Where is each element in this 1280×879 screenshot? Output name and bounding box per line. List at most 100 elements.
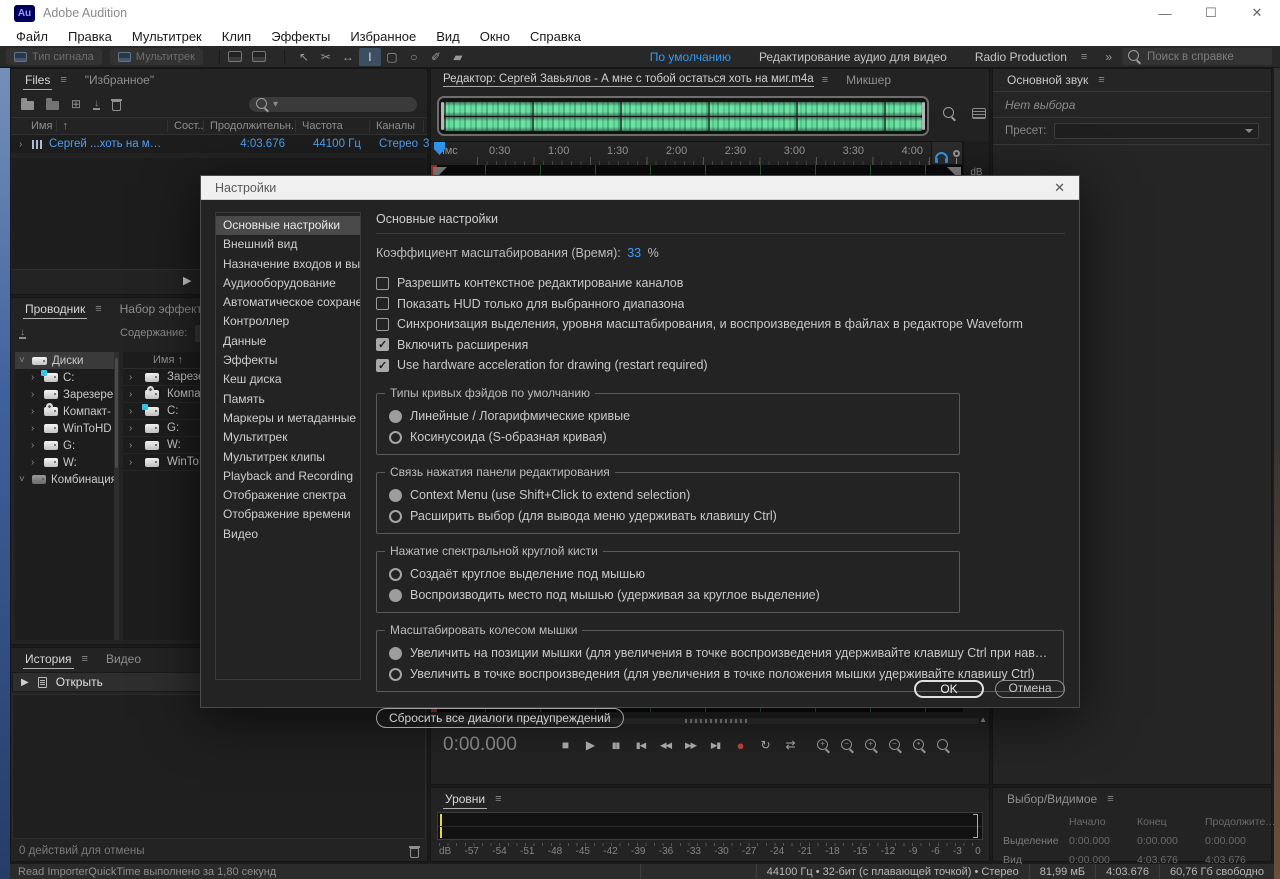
radio-row[interactable]: Линейные / Логарифмические кривые [389,406,947,427]
zoom-navigator-icon[interactable] [943,107,956,120]
list-header[interactable]: Имя [153,354,174,366]
waveform-display-toggle[interactable] [228,51,242,62]
fast-forward-button[interactable]: ▶▶ [678,740,703,751]
marquee-selection-tool[interactable]: ▢ [381,48,403,66]
checkbox-row[interactable]: Use hardware acceleration for drawing (r… [376,355,1065,376]
panel-menu-icon[interactable]: ≡ [822,74,828,86]
help-search-input[interactable]: Поиск в справке [1122,48,1272,65]
workspace-overflow-button[interactable]: » [1095,50,1122,64]
radio-button[interactable] [389,489,402,502]
tree-scrollbar[interactable] [114,352,119,640]
chevron-icon[interactable]: › [31,423,39,434]
lasso-selection-tool[interactable]: ○ [403,48,425,66]
radio-row[interactable]: Расширить выбор (для вывода меню удержив… [389,506,947,527]
preferences-category[interactable]: Отображение времени [216,505,360,524]
skip-to-start-button[interactable]: ▮◀ [628,740,653,751]
radio-button[interactable] [389,647,402,660]
radio-row[interactable]: Создаёт круглое выделение под мышью [389,564,947,585]
clear-history-button[interactable] [410,848,419,858]
record-button[interactable]: ● [728,738,753,753]
spot-healing-brush-tool[interactable]: ▰ [447,48,469,66]
razor-tool[interactable]: ✂ [315,48,337,66]
preferences-category[interactable]: Маркеры и метаданные [216,409,360,428]
preferences-category[interactable]: Видео [216,525,360,544]
radio-row[interactable]: Context Menu (use Shift+Click to extend … [389,485,947,506]
waveform-view-button[interactable]: Тип сигнала [6,48,102,65]
preferences-category[interactable]: Назначение входов и выходов [216,255,360,274]
preferences-category[interactable]: Автоматическое сохранение [216,293,360,312]
tab-essential-sound[interactable]: Основной звук [1005,71,1090,89]
monitor-headphones-icon[interactable] [935,152,948,160]
radio-button[interactable] [389,431,402,444]
preview-play-button[interactable]: ▶ [183,274,191,287]
tree-item[interactable]: › W: [15,454,119,471]
tab-files[interactable]: Files [23,71,52,90]
preferences-category[interactable]: Основные настройки [216,216,360,235]
chevron-icon[interactable]: › [31,372,39,383]
menu-item[interactable]: Файл [6,29,58,44]
tree-item[interactable]: › Компакт- [15,403,119,420]
zoom-out-button[interactable] [841,739,854,752]
selection-duration[interactable]: 0:00.000 [1205,835,1277,847]
tab-editor[interactable]: Редактор: Сергей Завьялов - А мне с тобо… [443,73,814,87]
ok-button[interactable]: OK [914,680,984,698]
panel-menu-icon[interactable]: ≡ [95,303,101,315]
chevron-icon[interactable]: › [129,389,137,400]
chevron-icon[interactable]: › [31,440,39,451]
tab-history[interactable]: История [23,650,74,669]
zoom-in-time-button[interactable] [865,739,878,752]
panel-menu-icon[interactable]: ≡ [1098,74,1104,86]
preferences-category[interactable]: Мультитрек клипы [216,448,360,467]
pause-button[interactable]: ▮▮ [603,740,628,751]
preferences-category[interactable]: Аудиооборудование [216,274,360,293]
radio-row[interactable]: Воспроизводить место под мышью (удержива… [389,585,947,606]
panel-menu-icon[interactable]: ≡ [60,74,66,86]
level-meter[interactable] [437,812,983,840]
radio-button[interactable] [389,589,402,602]
slip-tool[interactable]: ↔ [337,48,359,66]
tree-item[interactable]: › Зарезере [15,386,119,403]
menu-item[interactable]: Окно [470,29,520,44]
chevron-icon[interactable]: › [129,406,137,417]
zoom-out-time-button[interactable] [889,739,902,752]
radio-button[interactable] [389,668,402,681]
tree-item[interactable]: › C: [15,369,119,386]
tab-levels[interactable]: Уровни [443,790,487,809]
multitrack-view-button[interactable]: Мультитрек [110,48,203,65]
tab-video[interactable]: Видео [96,650,151,668]
preferences-category[interactable]: Мультитрек [216,428,360,447]
menu-item[interactable]: Клип [212,29,261,44]
selection-start[interactable]: 0:00.000 [1069,835,1137,847]
close-button[interactable]: ✕ [1234,0,1280,26]
timeline-ruler[interactable]: чмс 0:30 1:00 1:30 2:00 2:30 3:00 3:30 4… [431,141,931,165]
chevron-icon[interactable]: › [31,406,39,417]
menu-item[interactable]: Избранное [340,29,426,44]
timecode-display[interactable]: 0:00.000 [443,734,553,756]
zoom-factor-value[interactable]: 33 [624,246,644,260]
stop-button[interactable]: ■ [553,738,578,752]
radio-row[interactable]: Увеличить на позиции мышки (для увеличен… [389,643,1051,664]
menu-item[interactable]: Вид [426,29,470,44]
tree-item[interactable]: ˅ Комбинация [15,471,119,488]
close-file-button[interactable] [112,101,121,111]
files-search-input[interactable]: ▾ [249,97,417,112]
tab-favorites[interactable]: "Избранное" [75,71,164,89]
panel-menu-icon[interactable]: ≡ [82,653,88,665]
tab-media-browser[interactable]: Проводник [23,300,87,319]
paintbrush-tool[interactable]: ✐ [425,48,447,66]
checkbox[interactable] [376,338,389,351]
maximize-button[interactable]: ☐ [1188,0,1234,26]
tab-selection-view[interactable]: Выбор/Видимое [1005,790,1099,808]
skip-to-end-button[interactable]: ▶▮ [703,740,728,751]
panel-menu-icon[interactable]: ≡ [495,793,501,805]
marker-pin-icon[interactable] [953,150,960,157]
chevron-icon[interactable]: › [129,457,137,468]
import-button[interactable]: ↓ [19,328,26,339]
preferences-category[interactable]: Кеш диска [216,370,360,389]
tree-item[interactable]: › WinToHD [15,420,119,437]
track-list-icon[interactable] [972,108,986,119]
open-file-button[interactable] [21,101,34,110]
zoom-selection-button[interactable] [913,739,926,752]
time-selection-tool[interactable]: I [359,48,381,66]
menu-item[interactable]: Справка [520,29,591,44]
